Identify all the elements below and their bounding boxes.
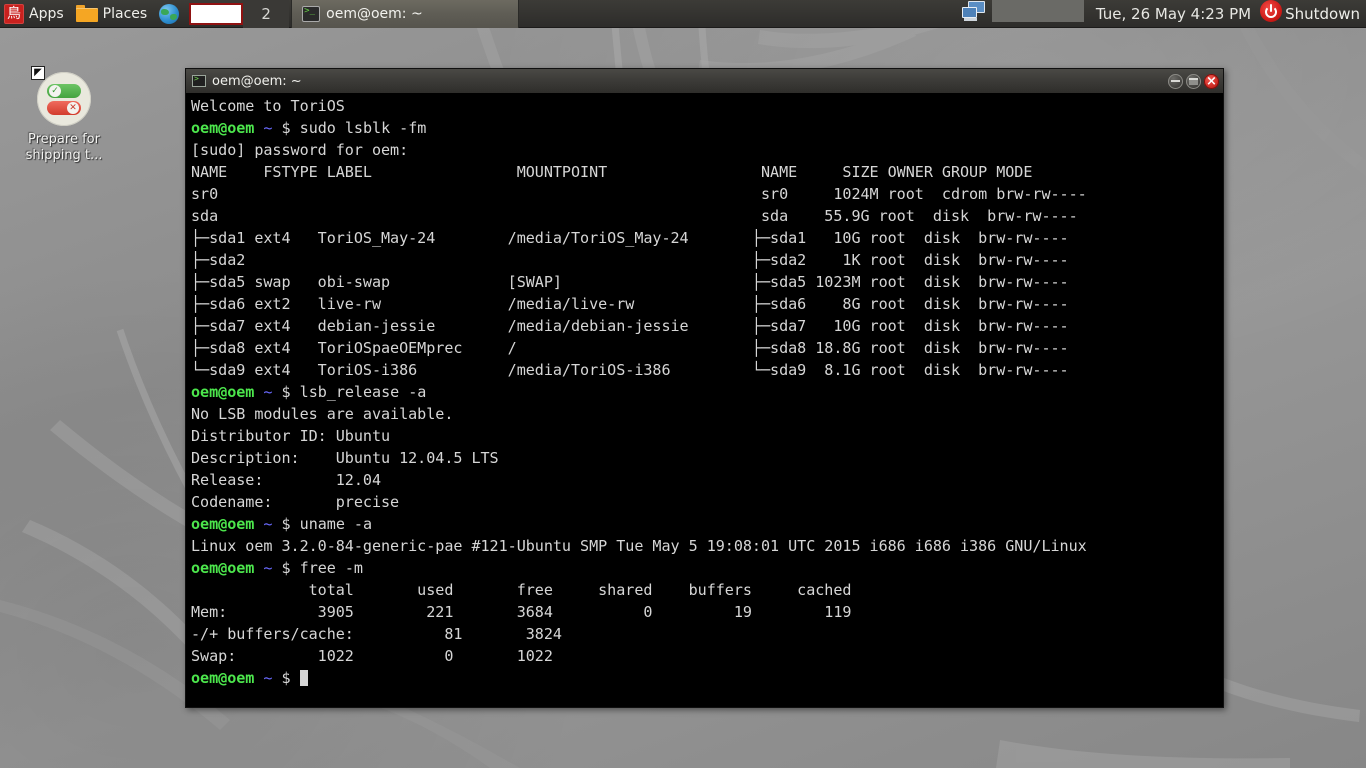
minimize-button[interactable] <box>1168 74 1183 89</box>
terminal-body[interactable]: Welcome to ToriOS oem@oem ~ $ sudo lsblk… <box>186 93 1223 707</box>
panel-spacer <box>519 0 954 27</box>
taskbar-window-label: oem@oem: ~ <box>326 6 423 22</box>
toggle-on-icon: ✓ <box>47 84 81 98</box>
terminal-title: oem@oem: ~ <box>212 74 1165 89</box>
apps-menu-button[interactable]: 鳥 Apps <box>0 0 72 28</box>
terminal-output[interactable]: Welcome to ToriOS oem@oem ~ $ sudo lsblk… <box>191 95 1223 689</box>
terminal-titlebar[interactable]: oem@oem: ~ <box>186 69 1223 93</box>
workspace-page-preview[interactable] <box>189 3 243 25</box>
power-icon[interactable] <box>1260 0 1282 22</box>
close-button[interactable] <box>1204 74 1219 89</box>
folder-icon <box>76 5 98 23</box>
shutdown-label[interactable]: Shutdown <box>1285 0 1366 27</box>
toggle-off-icon: ✕ <box>47 101 81 115</box>
web-browser-launcher[interactable] <box>155 0 187 28</box>
launcher-arrow-icon: ◤ <box>31 66 45 80</box>
places-menu-label: Places <box>103 7 148 21</box>
toriOS-bird-icon: 鳥 <box>4 4 24 24</box>
clock[interactable]: Tue, 26 May 4:23 PM <box>1090 0 1257 27</box>
workspace-pager[interactable]: 2 <box>187 0 291 28</box>
desktop-icon-label: Prepare for shipping t... <box>12 132 116 165</box>
top-panel: 鳥 Apps Places 2 oem@oem: ~ Tue, 26 May 4… <box>0 0 1366 28</box>
workspace-number: 2 <box>243 0 289 28</box>
terminal-icon <box>192 75 206 87</box>
taskbar-window-button-terminal[interactable]: oem@oem: ~ <box>291 0 519 28</box>
terminal-icon <box>302 6 320 22</box>
apps-menu-label: Apps <box>29 7 64 21</box>
desktop-icon-prepare-for-shipping[interactable]: ✓ ✕ ◤ Prepare for shipping t... <box>12 72 116 165</box>
terminal-window[interactable]: oem@oem: ~ Welcome to ToriOS oem@oem ~ $… <box>185 68 1224 708</box>
two-monitors-icon[interactable] <box>962 0 988 22</box>
toggle-switches-icon: ✓ ✕ <box>37 72 91 126</box>
desktop-icon-graphic: ✓ ✕ ◤ <box>37 72 91 126</box>
maximize-button[interactable] <box>1186 74 1201 89</box>
globe-icon <box>159 4 179 24</box>
places-menu-button[interactable]: Places <box>72 0 156 28</box>
system-tray-area <box>992 0 1084 22</box>
